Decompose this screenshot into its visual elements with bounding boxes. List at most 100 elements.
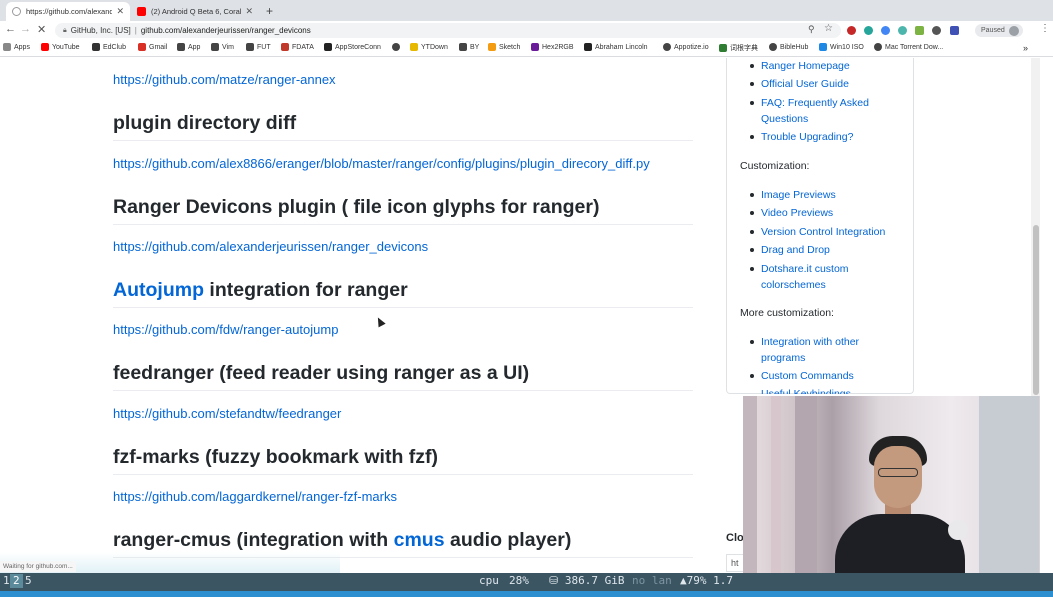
tab-android-q[interactable]: (2) Android Q Beta 6, Coral up ✕ <box>131 2 259 21</box>
apps-grid-icon <box>3 43 11 51</box>
menu-icon[interactable]: ⋮ <box>1040 23 1050 34</box>
heading-autojump: Autojump integration for ranger <box>113 279 408 301</box>
sidebar-link-dotshare[interactable]: Dotshare.it custom colorschemes <box>750 261 901 293</box>
heading-rule <box>113 224 693 225</box>
bookmark-mac-torrent[interactable]: Mac Torrent Dow... <box>874 43 943 51</box>
extension-grammarly-icon[interactable] <box>864 26 873 35</box>
bookmark-by[interactable]: BY <box>459 43 479 51</box>
sidebar-link-drag-and-drop[interactable]: Drag and Drop <box>750 242 901 258</box>
cmus-heading-link[interactable]: cmus <box>394 529 445 551</box>
folder-icon <box>177 43 185 51</box>
bookmark-unnamed[interactable] <box>392 43 403 51</box>
zoom-icon[interactable]: ⚲ <box>808 24 815 35</box>
bookmark-cigen[interactable]: 词根字典 <box>719 43 758 53</box>
bookmark-vim[interactable]: Vim <box>211 43 234 51</box>
sidebar-link-ranger-homepage[interactable]: Ranger Homepage <box>750 58 901 74</box>
bookmark-hex2rgb[interactable]: Hex2RGB <box>531 43 574 51</box>
sidebar-link-useful-keybindings[interactable]: Useful Keybindings <box>761 386 901 394</box>
bookmark-fdata[interactable]: FDATA <box>281 43 314 51</box>
tab-ranger-devicons[interactable]: https://github.com/alexanderjeurissen/ra… <box>6 2 130 21</box>
url-text: github.com/alexanderjeurissen/ranger_dev… <box>140 26 311 35</box>
address-bar[interactable]: 🔒︎ GitHub, Inc. [US] | github.com/alexan… <box>55 23 841 38</box>
plugin-diff-link[interactable]: https://github.com/alex8866/eranger/blob… <box>113 156 650 171</box>
lock-icon: 🔒︎ <box>63 26 67 34</box>
workspace-5[interactable]: 5 <box>22 574 35 588</box>
tab-title: https://github.com/alexanderjeurissen/ra… <box>26 7 113 16</box>
sidebar-heading-more-customization: More customization: <box>740 307 834 319</box>
heading-fzf-marks: fzf-marks (fuzzy bookmark with fzf) <box>113 446 439 468</box>
system-status-bar: 1 2 5 cpu 28% ⛁ 386.7 GiB no lan ▲79% 1.… <box>0 573 1053 597</box>
bookmark-youtube[interactable]: YouTube <box>41 43 80 51</box>
glasses-icon <box>878 468 918 477</box>
extension-shield-icon[interactable] <box>932 26 941 35</box>
disk-usage: ⛁ 386.7 GiB <box>549 574 625 587</box>
bookmark-appstoreconn[interactable]: AppStoreConn <box>324 43 381 51</box>
extension-blue-icon[interactable] <box>950 26 959 35</box>
workspace-2[interactable]: 2 <box>10 574 23 588</box>
heading-rule <box>113 390 693 391</box>
wiki-sidebar: Ranger Homepage Official User Guide FAQ:… <box>726 58 914 394</box>
sidebar-link-integration[interactable]: Integration with other programs <box>750 334 901 366</box>
bookmark-gmail[interactable]: Gmail <box>138 43 167 51</box>
fdata-icon <box>281 43 289 51</box>
sidebar-link-official-user-guide[interactable]: Official User Guide <box>750 76 901 92</box>
bookmark-ytdown[interactable]: YTDown <box>410 43 448 51</box>
sidebar-link-video-previews[interactable]: Video Previews <box>750 205 901 221</box>
youtube-icon <box>137 7 146 16</box>
bookmarks-bar: Apps YouTube EdClub Gmail App Vim FUT FD… <box>0 40 1053 57</box>
feedranger-link[interactable]: https://github.com/stefandtw/feedranger <box>113 406 341 421</box>
bookmark-sketch[interactable]: Sketch <box>488 43 520 51</box>
bookmark-appotize[interactable]: Appotize.io <box>663 43 709 51</box>
close-tab-icon[interactable]: ✕ <box>116 6 124 17</box>
extension-adblock-icon[interactable] <box>847 26 856 35</box>
fzf-marks-link[interactable]: https://github.com/laggardkernel/ranger-… <box>113 489 397 504</box>
devicons-link[interactable]: https://github.com/alexanderjeurissen/ra… <box>113 239 428 254</box>
sidebar-link-image-previews[interactable]: Image Previews <box>750 187 901 203</box>
back-button[interactable]: ← <box>5 23 16 35</box>
sidebar-link-trouble-upgrading[interactable]: Trouble Upgrading? <box>750 129 901 145</box>
profile-button[interactable]: Paused <box>975 24 1023 37</box>
bookmark-biblehub[interactable]: BibleHub <box>769 43 808 51</box>
sidebar-link-custom-commands[interactable]: Custom Commands <box>750 368 901 384</box>
annex-link[interactable]: https://github.com/matze/ranger-annex <box>113 72 336 87</box>
new-tab-button[interactable]: + <box>266 4 273 18</box>
globe-icon <box>392 43 400 51</box>
globe-icon <box>769 43 777 51</box>
close-tab-icon[interactable]: ✕ <box>245 6 253 17</box>
extension-green-icon[interactable] <box>915 26 924 35</box>
bookmark-fut[interactable]: FUT <box>246 43 271 51</box>
extension-m-icon[interactable] <box>898 26 907 35</box>
bookmark-star-icon[interactable]: ☆ <box>824 23 833 34</box>
bookmark-edclub[interactable]: EdClub <box>92 43 126 51</box>
autojump-heading-link[interactable]: Autojump <box>113 279 204 301</box>
heading-ranger-devicons: Ranger Devicons plugin ( file icon glyph… <box>113 196 600 218</box>
bookmark-win10-iso[interactable]: Win10 ISO <box>819 43 864 51</box>
bookmark-abraham-lincoln[interactable]: Abraham Lincoln <box>584 43 648 51</box>
forward-button[interactable]: → <box>20 23 31 35</box>
heading-rule <box>113 307 693 308</box>
bookmark-apps[interactable]: Apps <box>3 43 30 51</box>
folder-icon <box>211 43 219 51</box>
avatar <box>1008 25 1019 36</box>
globe-icon <box>663 43 671 51</box>
clone-heading: Clo <box>726 532 744 544</box>
sidebar-link-faq[interactable]: FAQ: Frequently Asked Questions <box>750 95 901 127</box>
presenter-body <box>835 514 965 574</box>
more-bookmarks-icon[interactable]: » <box>1023 43 1028 53</box>
hex2rgb-icon <box>531 43 539 51</box>
extension-translate-icon[interactable] <box>881 26 890 35</box>
youtube-icon <box>41 43 49 51</box>
folder-icon <box>459 43 467 51</box>
bookmark-app[interactable]: App <box>177 43 200 51</box>
site-identity: GitHub, Inc. [US] <box>70 26 131 35</box>
sidebar-heading-customization: Customization: <box>740 160 810 172</box>
folder-icon <box>410 43 418 51</box>
browser-toolbar: ← → ✕ 🔒︎ GitHub, Inc. [US] | github.com/… <box>0 21 1053 40</box>
autojump-link[interactable]: https://github.com/fdw/ranger-autojump <box>113 322 338 337</box>
sidebar-link-version-control[interactable]: Version Control Integration <box>750 224 901 240</box>
stop-button[interactable]: ✕ <box>37 23 46 36</box>
scrollbar-thumb[interactable] <box>1033 225 1039 395</box>
tab-title: (2) Android Q Beta 6, Coral up <box>151 7 242 16</box>
heading-feedranger: feedranger (feed reader using ranger as … <box>113 362 530 384</box>
heading-rule <box>113 140 693 141</box>
